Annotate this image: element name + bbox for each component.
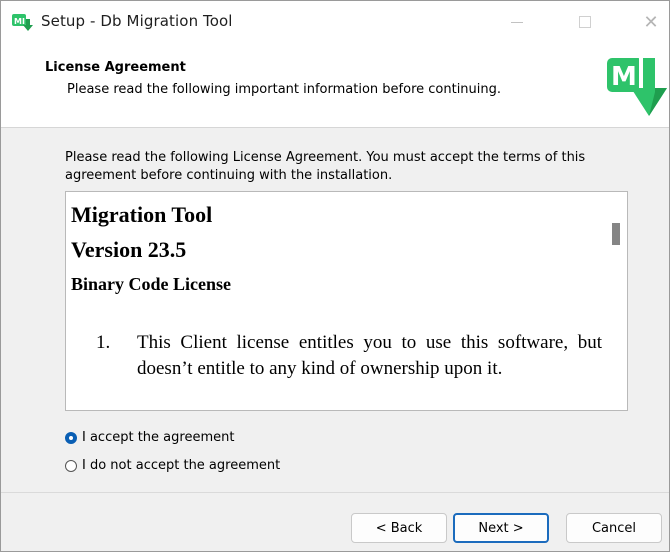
close-icon: ✕ <box>643 11 659 33</box>
back-button[interactable]: < Back <box>351 513 447 543</box>
window-title: Setup - Db Migration Tool <box>41 12 233 30</box>
page-subtitle: Please read the following important info… <box>67 82 502 97</box>
radio-selected-icon[interactable] <box>65 431 77 444</box>
license-heading-product: Migration Tool <box>71 202 213 227</box>
clause-text: This Client license entitles you to use … <box>137 332 602 379</box>
accept-option[interactable]: I accept the agreement <box>65 430 234 445</box>
decline-option-label: I do not accept the agreement <box>82 458 281 473</box>
intro-text: Please read the following License Agreem… <box>65 150 586 183</box>
wizard-header: License Agreement Please read the follow… <box>1 43 669 128</box>
cancel-button[interactable]: Cancel <box>566 513 662 543</box>
svg-text:M: M <box>611 62 637 92</box>
setup-window: MI Setup - Db Migration Tool ✕ License A… <box>0 0 670 552</box>
license-content: Migration Tool Version 23.5 Binary Code … <box>66 192 606 410</box>
page-title: License Agreement <box>45 60 186 75</box>
license-scrollbar[interactable] <box>605 192 627 410</box>
scrollbar-thumb[interactable] <box>612 223 620 245</box>
license-heading-type: Binary Code License <box>71 274 231 294</box>
radio-unselected-icon[interactable] <box>65 459 77 472</box>
app-icon: MI <box>12 14 33 31</box>
minimize-button[interactable] <box>494 1 540 43</box>
clause-number: 1. <box>96 332 111 353</box>
decline-option[interactable]: I do not accept the agreement <box>65 458 280 473</box>
minimize-icon <box>511 21 523 23</box>
license-textbox[interactable]: Migration Tool Version 23.5 Binary Code … <box>65 191 628 411</box>
footer-divider <box>1 492 669 493</box>
next-button[interactable]: Next > <box>453 513 549 543</box>
title-bar[interactable]: MI Setup - Db Migration Tool ✕ <box>1 1 669 43</box>
maximize-icon <box>579 16 591 28</box>
close-button[interactable]: ✕ <box>628 1 670 43</box>
svg-text:MI: MI <box>14 17 25 26</box>
maximize-button[interactable] <box>562 1 608 43</box>
accept-option-label: I accept the agreement <box>82 430 235 445</box>
license-heading-version: Version 23.5 <box>71 237 187 262</box>
ml-logo-icon: M <box>607 58 667 116</box>
